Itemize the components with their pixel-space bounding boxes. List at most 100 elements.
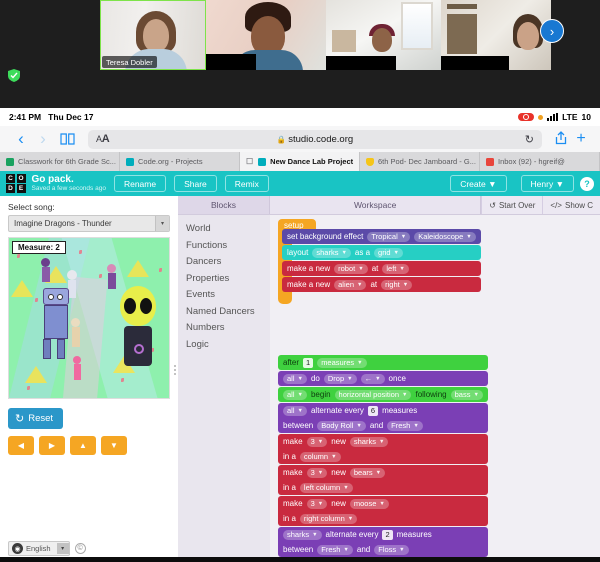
participant-tile[interactable]: Teresa Dobler (100, 0, 206, 70)
back-icon[interactable]: ‹ (10, 129, 32, 149)
block-dropdown-field[interactable]: column ▼ (299, 451, 341, 462)
remix-button[interactable]: Remix (224, 175, 269, 192)
block-dropdown-field[interactable]: alien ▼ (334, 279, 367, 290)
block-canvas[interactable]: setup set background effect Tropical ▼ Kale… (270, 215, 600, 562)
block-dropdown-field[interactable]: Kaleidoscope ▼ (414, 231, 476, 242)
code-block-line[interactable]: between Body Roll ▼ and Fresh ▼ (278, 418, 488, 433)
code-block-line[interactable]: all ▼ do Drop ▼ ← ▼ once (278, 371, 488, 386)
tab-workspace[interactable]: Workspace (270, 196, 482, 214)
code-block-line[interactable]: make 3 ▼ new moose ▼ (278, 496, 488, 511)
code-block[interactable]: set background effect Tropical ▼ Kaleidosco… (282, 229, 481, 244)
code-block-line[interactable]: make a new robot ▼ at left ▼ (282, 261, 481, 276)
code-block[interactable]: make a new alien ▼ at right ▼ (282, 277, 481, 292)
code-block[interactable]: layout sharks ▼ as a grid ▼ (282, 245, 481, 260)
block-number-field[interactable]: 2 (382, 529, 393, 540)
block-dropdown-field[interactable]: bass ▼ (450, 389, 483, 400)
browser-tab[interactable]: Code.org - Projects (120, 152, 240, 171)
block-dropdown-field[interactable]: sharks ▼ (312, 247, 351, 258)
screen-recording-indicator[interactable] (518, 113, 535, 121)
share-button[interactable]: Share (174, 175, 217, 192)
block-dropdown-field[interactable]: Fresh ▼ (317, 544, 353, 555)
toolbox-category-world[interactable]: World (186, 221, 270, 238)
block-dropdown-field[interactable]: left ▼ (382, 263, 409, 274)
toolbox-category-functions[interactable]: Functions (186, 238, 270, 255)
block-dropdown-field[interactable]: bears▼ (349, 467, 386, 478)
block-dropdown-field[interactable]: grid ▼ (374, 247, 403, 258)
code-block-line[interactable]: make 3 ▼ new sharks ▼ (278, 434, 488, 449)
code-block-line[interactable]: after 1 measures ▼ (278, 355, 488, 370)
block-dropdown-field[interactable]: Drop ▼ (323, 373, 357, 384)
block-dropdown-field[interactable]: all ▼ (283, 389, 307, 400)
code-block-line[interactable]: in a left column ▼ (278, 480, 488, 495)
code-block[interactable]: make a new robot ▼ at left ▼ (282, 261, 481, 276)
code-block[interactable]: all ▼ alternate every 6 measures between Body … (278, 403, 488, 433)
code-block-line[interactable]: in a column ▼ (278, 449, 488, 464)
show-code-button[interactable]: </> Show C (542, 196, 600, 214)
block-dropdown-field[interactable]: Fresh ▼ (387, 420, 423, 431)
block-dropdown-field[interactable]: all ▼ (283, 373, 307, 384)
block-dropdown-field[interactable]: all ▼ (283, 405, 307, 416)
block-dropdown-field[interactable]: measures ▼ (317, 357, 367, 368)
toolbox-category-logic[interactable]: Logic (186, 337, 270, 354)
arrow-up-button[interactable]: ▲ (70, 436, 96, 455)
tab-blocks[interactable]: Blocks (178, 196, 270, 214)
code-block[interactable]: sharks ▼ alternate every 2 measures between Fr… (278, 527, 488, 557)
help-icon[interactable]: ? (580, 176, 594, 191)
arrow-right-button[interactable]: ▶ (39, 436, 65, 455)
address-bar[interactable]: AA 🔒 studio.code.org ↻ (88, 129, 542, 149)
toolbox-category-dancers[interactable]: Dancers (186, 254, 270, 271)
toolbox-category-numbers[interactable]: Numbers (186, 320, 270, 337)
block-dropdown-field[interactable]: moose ▼ (349, 498, 389, 509)
participant-tile[interactable] (441, 0, 551, 70)
codeorg-logo-icon[interactable]: C O D E (6, 173, 26, 194)
song-select[interactable]: Imagine Dragons - Thunder ▾ (8, 215, 170, 232)
copyright-icon[interactable]: © (74, 543, 86, 554)
block-dropdown-field[interactable]: right ▼ (381, 279, 413, 290)
participant-tile[interactable] (326, 0, 441, 70)
toolbox-category-named-dancers[interactable]: Named Dancers (186, 304, 270, 321)
code-block-line[interactable]: make a new alien ▼ at right ▼ (282, 277, 481, 292)
code-block-line[interactable]: set background effect Tropical ▼ Kaleidosco… (282, 229, 481, 244)
code-block-line[interactable]: sharks ▼ alternate every 2 measures (278, 527, 488, 542)
code-block[interactable]: make 3 ▼ new bears ▼ in a left column ▼ (278, 465, 488, 495)
rename-button[interactable]: Rename (113, 175, 167, 192)
bookmarks-icon[interactable] (54, 133, 80, 145)
code-block-line[interactable]: in a right column ▼ (278, 511, 488, 526)
block-dropdown-field[interactable]: sharks ▼ (283, 529, 322, 540)
toolbox-category-events[interactable]: Events (186, 287, 270, 304)
dance-stage[interactable]: Measure: 2 (8, 237, 170, 399)
browser-tab[interactable]: Inbox (92) - hgreif@ (480, 152, 600, 171)
block-dropdown-field[interactable]: ← ▼ (360, 373, 385, 384)
participant-tile[interactable] (206, 0, 326, 70)
block-dropdown-field[interactable]: horizontal position ▼ (334, 389, 412, 400)
code-block-line[interactable]: all ▼ begin horizontal position ▼ following ba… (278, 387, 488, 402)
reset-button[interactable]: ↻ Reset (8, 408, 64, 429)
block-dropdown-field[interactable]: right column ▼ (299, 513, 358, 524)
block-number-field[interactable]: 1 (303, 357, 314, 368)
forward-icon[interactable]: › (32, 129, 54, 149)
browser-tab-active[interactable]: ☐ New Dance Lab Project (240, 152, 360, 171)
block-dropdown-field[interactable]: left column ▼ (299, 482, 353, 493)
block-dropdown-field[interactable]: Floss ▼ (374, 544, 409, 555)
code-block-line[interactable]: between Fresh ▼ and Floss ▼ (278, 542, 488, 557)
code-block[interactable]: make 3 ▼ new sharks ▼ in a column ▼ (278, 434, 488, 464)
browser-tab[interactable]: Classwork for 6th Grade Sc... (0, 152, 120, 171)
code-block-line[interactable]: make 3 ▼ new bears ▼ (278, 465, 488, 480)
close-tab-icon[interactable]: ☐ (246, 157, 253, 166)
new-tab-icon[interactable]: + (572, 130, 590, 148)
block-number-field[interactable]: 6 (367, 405, 379, 416)
arrow-left-button[interactable]: ◀ (8, 436, 34, 455)
browser-tab[interactable]: 6th Pod- Dec Jamboard - G... (360, 152, 480, 171)
code-block[interactable]: after 1 measures ▼ (278, 355, 488, 370)
share-icon[interactable] (550, 130, 572, 148)
block-dropdown-field[interactable]: Tropical ▼ (367, 231, 411, 242)
block-dropdown-field[interactable]: 3 ▼ (306, 467, 328, 478)
language-select[interactable]: ◉ English ▾ (8, 541, 70, 556)
block-dropdown-field[interactable]: Body Roll ▼ (317, 420, 366, 431)
start-over-button[interactable]: ↺ Start Over (481, 196, 543, 214)
arrow-down-button[interactable]: ▼ (101, 436, 127, 455)
code-block[interactable]: all ▼ do Drop ▼ ← ▼ once (278, 371, 488, 386)
create-menu-button[interactable]: Create ▼ (450, 175, 507, 192)
block-dropdown-field[interactable]: 3 ▼ (306, 436, 328, 447)
code-block[interactable]: all ▼ begin horizontal position ▼ following ba… (278, 387, 488, 402)
